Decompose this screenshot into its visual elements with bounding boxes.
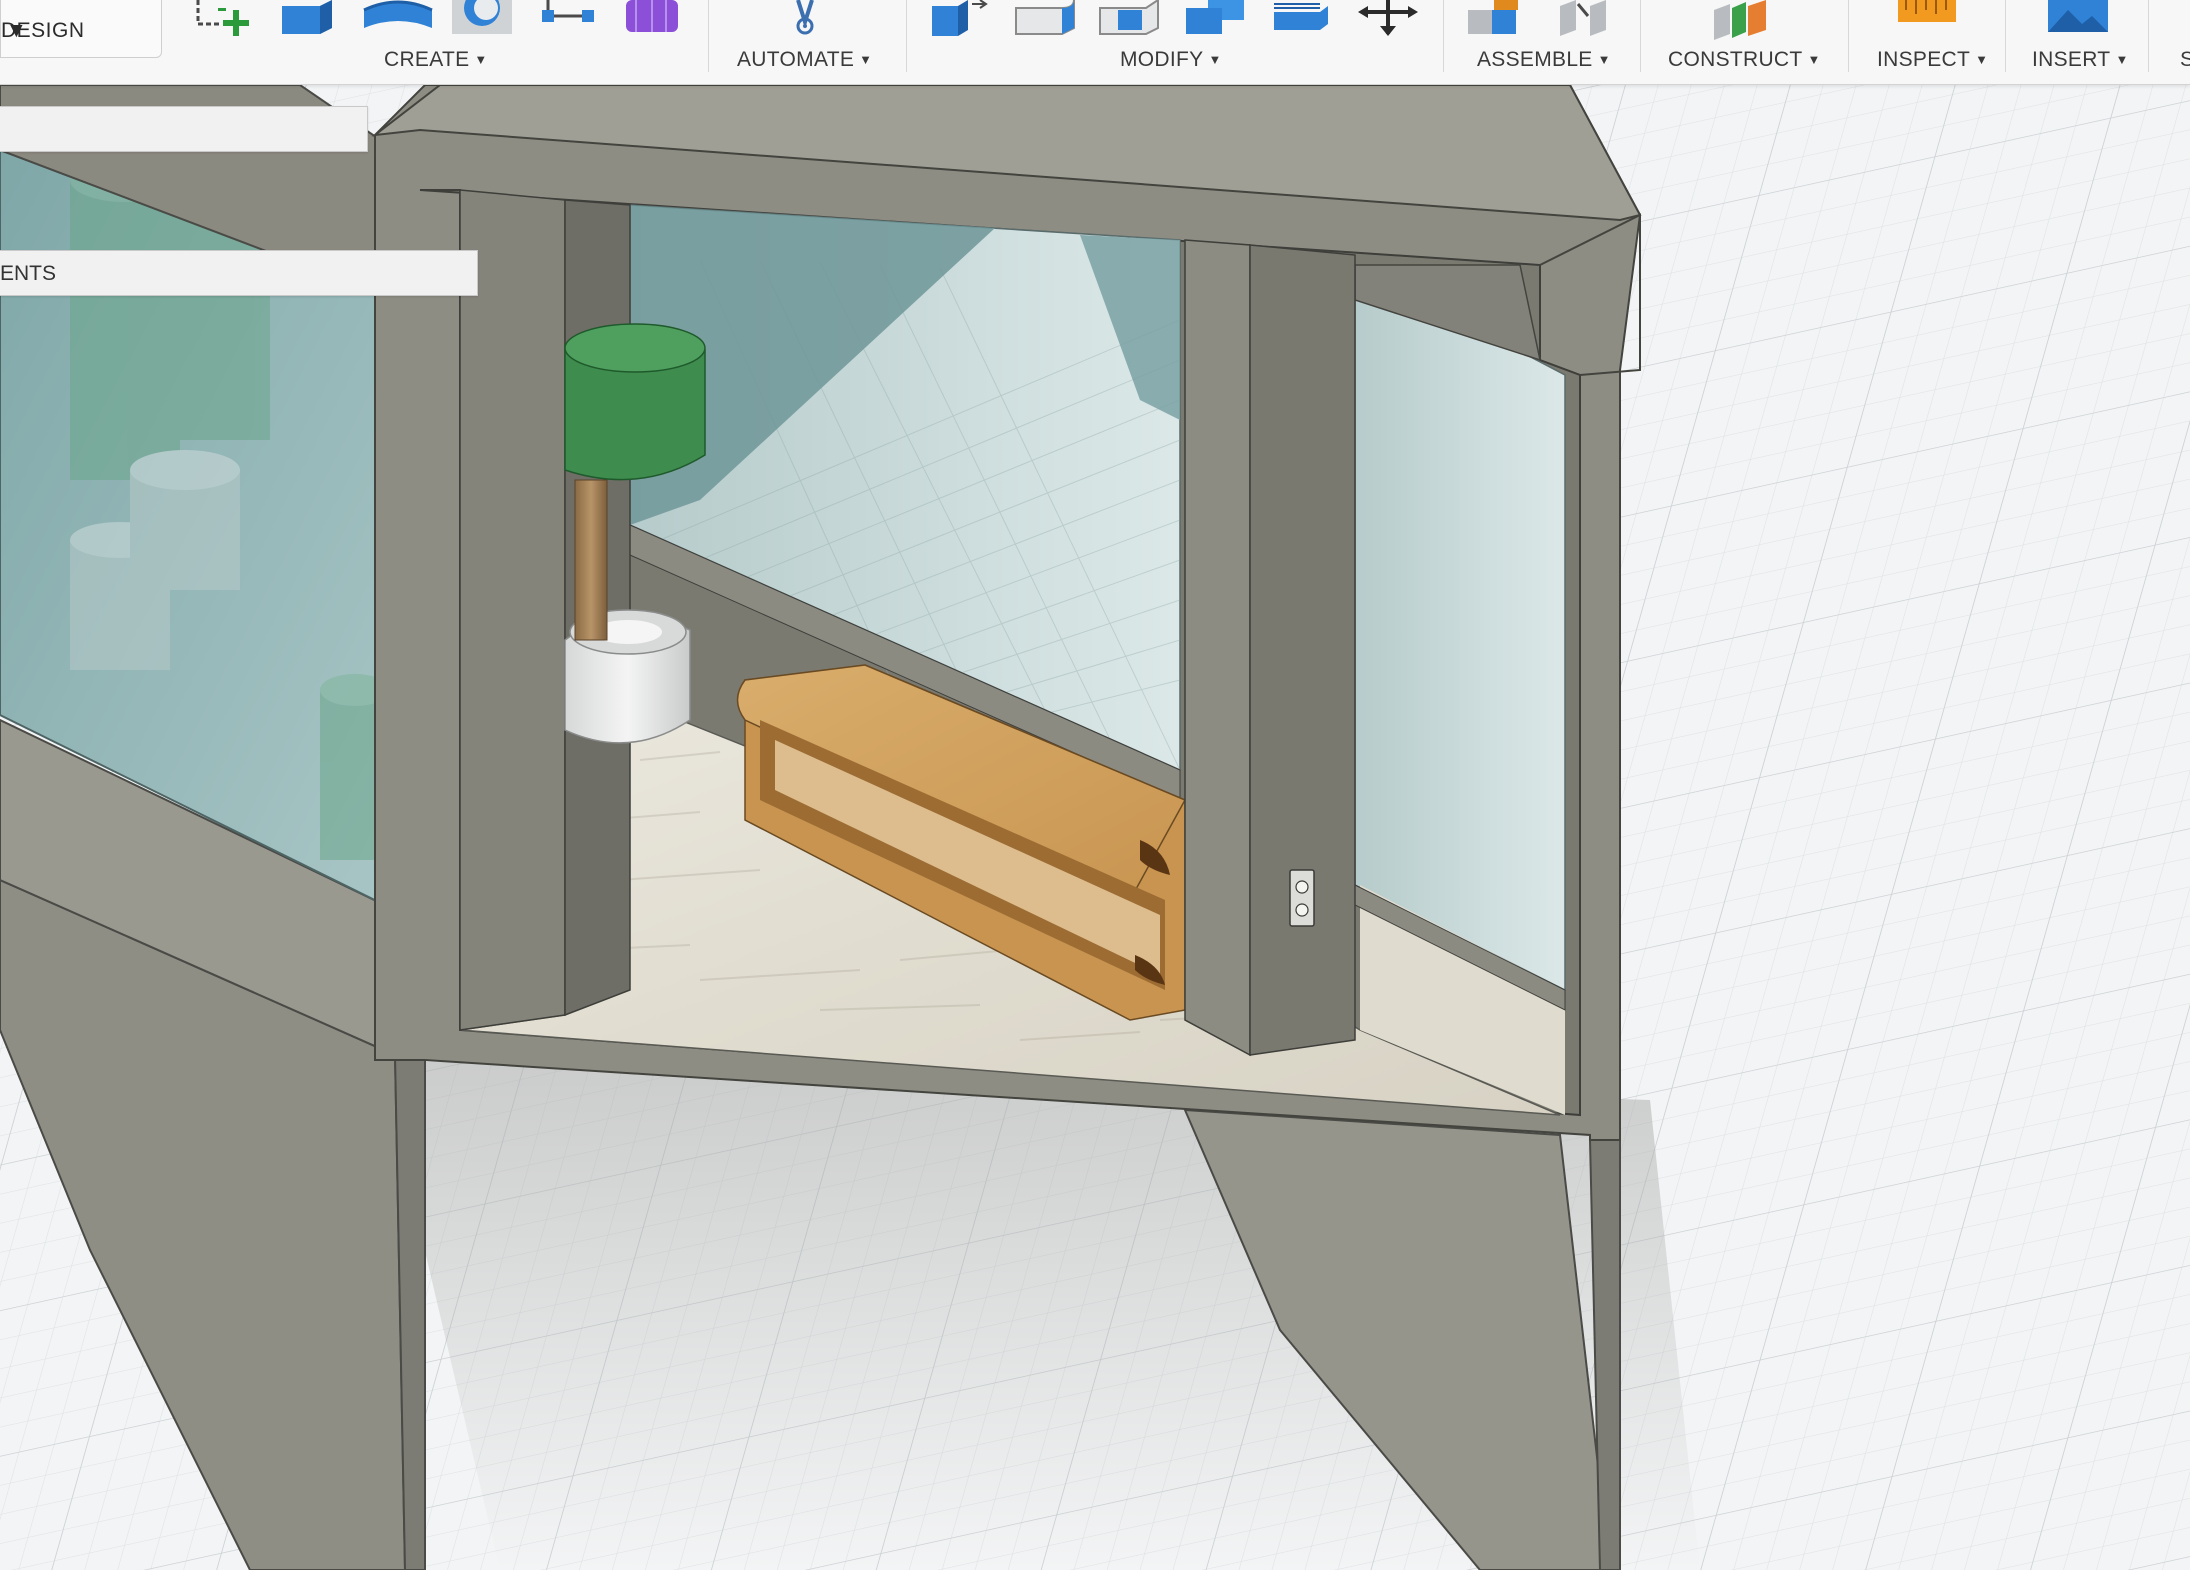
browser-document-row[interactable] <box>0 106 368 152</box>
toolbar-divider <box>2148 0 2149 72</box>
insert-image-icon[interactable] <box>2046 0 2110 40</box>
inspect-menu[interactable]: INSPECT ▼ <box>1877 48 1988 72</box>
3d-viewport[interactable]: ENTS <box>0 85 2190 1570</box>
modify-menu[interactable]: MODIFY ▼ <box>1120 48 1222 72</box>
toolbar-divider <box>1443 0 1444 72</box>
left-column-front <box>459 189 566 1031</box>
toolbar-divider <box>1640 0 1641 72</box>
shell-icon[interactable] <box>1182 0 1248 40</box>
toolbar: DESIGN ▼ CREATE ▼ AUTOMATE ▼ MODIFY ▼ AS… <box>0 0 2190 85</box>
press-pull-icon[interactable] <box>928 0 990 40</box>
toolbar-divider <box>2005 0 2006 72</box>
pattern-icon[interactable] <box>538 0 600 40</box>
model-canvas[interactable] <box>0 85 2190 1570</box>
right-column-front <box>1184 239 1251 1057</box>
right-glass-wall <box>1354 263 1566 992</box>
revolve-icon[interactable] <box>362 0 434 40</box>
assemble-menu[interactable]: ASSEMBLE ▼ <box>1477 48 1611 72</box>
extrude-icon[interactable] <box>276 0 338 40</box>
insert-menu[interactable]: INSERT ▼ <box>2032 48 2129 72</box>
browser-components-row[interactable]: ENTS <box>0 250 478 296</box>
combine-icon[interactable] <box>1270 0 1332 40</box>
automate-icon[interactable] <box>790 0 820 40</box>
select-menu-partial[interactable]: S <box>2180 48 2190 72</box>
hole-icon[interactable] <box>450 0 514 40</box>
browser-components-label: ENTS <box>0 262 57 285</box>
workspace-switcher[interactable]: DESIGN ▼ <box>0 0 162 58</box>
fillet-icon[interactable] <box>1012 0 1078 40</box>
form-icon[interactable] <box>622 0 684 40</box>
sketch-icon[interactable] <box>192 0 262 40</box>
plane-icon[interactable] <box>1710 0 1774 40</box>
create-menu[interactable]: CREATE ▼ <box>384 48 488 72</box>
toolbar-divider <box>1848 0 1849 72</box>
chevron-down-icon: ▼ <box>6 19 28 42</box>
joint-icon[interactable] <box>1552 0 1614 40</box>
toolbar-divider <box>708 0 709 72</box>
move-icon[interactable] <box>1356 0 1420 40</box>
construct-menu[interactable]: CONSTRUCT ▼ <box>1668 48 1821 72</box>
toolbar-divider <box>906 0 907 72</box>
measure-icon[interactable] <box>1896 0 1958 40</box>
chamfer-icon[interactable] <box>1096 0 1162 40</box>
new-component-icon[interactable] <box>1464 0 1526 40</box>
right-column-side <box>1249 244 1356 1056</box>
wall-outlet <box>1289 869 1315 927</box>
automate-menu[interactable]: AUTOMATE ▼ <box>737 48 872 72</box>
